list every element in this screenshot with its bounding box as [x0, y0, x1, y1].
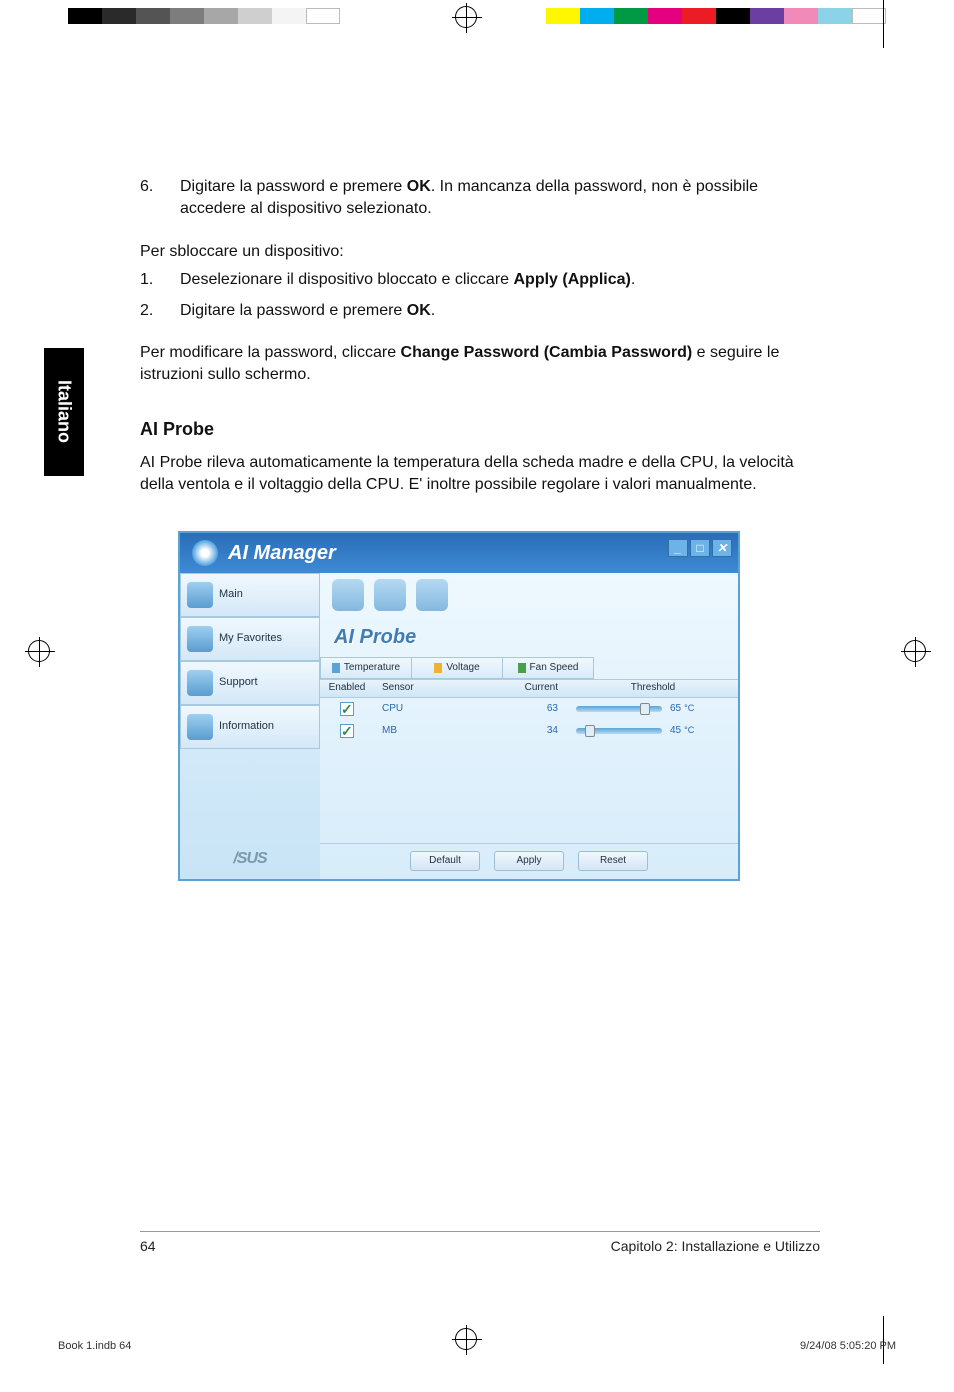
meta-timestamp: 9/24/08 5:05:20 PM	[800, 1340, 896, 1352]
slider-thumb[interactable]	[640, 703, 650, 715]
step-number: 1.	[140, 269, 180, 291]
thermometer-icon	[332, 663, 340, 673]
enabled-checkbox[interactable]	[340, 702, 354, 716]
sidebar-item-information[interactable]: Information	[180, 705, 320, 749]
change-password-para: Per modificare la password, cliccare Cha…	[140, 342, 820, 387]
tool-icon-2[interactable]	[374, 579, 406, 611]
window-titlebar: AI Manager _ □ ✕	[180, 533, 738, 573]
main-panel: AI Probe Temperature Voltage Fan Speed E…	[320, 573, 738, 879]
slider-thumb[interactable]	[585, 725, 595, 737]
support-icon	[187, 670, 213, 696]
tool-icon-3[interactable]	[416, 579, 448, 611]
page-number: 64	[140, 1238, 156, 1254]
bolt-icon	[434, 663, 442, 673]
sidebar-item-label: Support	[219, 675, 258, 690]
print-color-bar	[0, 8, 954, 28]
unit-label: °C	[684, 702, 694, 715]
sidebar-item-label: Information	[219, 719, 274, 734]
registration-mark-icon	[904, 640, 926, 662]
col-current: Current	[484, 681, 568, 695]
favorites-icon	[187, 626, 213, 652]
col-enabled: Enabled	[320, 681, 374, 695]
crop-line-top	[883, 0, 884, 48]
information-icon	[187, 714, 213, 740]
chapter-title: Capitolo 2: Installazione e Utilizzo	[611, 1238, 820, 1254]
app-logo-icon	[192, 540, 218, 566]
default-button[interactable]: Default	[410, 851, 480, 871]
threshold-slider[interactable]	[576, 706, 662, 712]
registration-mark-icon	[455, 6, 477, 28]
enabled-checkbox[interactable]	[340, 724, 354, 738]
step-number: 2.	[140, 300, 180, 322]
current-value: 34	[484, 724, 568, 738]
step-6: 6. Digitare la password e premere OK. In…	[140, 176, 820, 221]
sidebar: Main My Favorites Support Information /S…	[180, 573, 320, 879]
brand-logo: /SUS	[180, 839, 320, 879]
current-value: 63	[484, 702, 568, 716]
step-text: Digitare la password e premere OK.	[180, 300, 435, 322]
step-text: Deselezionare il dispositivo bloccato e …	[180, 269, 635, 291]
fan-icon	[518, 663, 526, 673]
col-threshold: Threshold	[568, 681, 738, 695]
minimize-button[interactable]: _	[668, 539, 688, 557]
print-meta-footer: Book 1.indb 64 9/24/08 5:05:20 PM	[58, 1340, 896, 1352]
unblock-step-1: 1. Deselezionare il dispositivo bloccato…	[140, 269, 820, 291]
step-number: 6.	[140, 176, 180, 221]
close-button[interactable]: ✕	[712, 539, 732, 557]
maximize-button[interactable]: □	[690, 539, 710, 557]
toolbar	[320, 573, 738, 617]
threshold-value: 45	[670, 724, 681, 738]
sidebar-item-label: Main	[219, 587, 243, 602]
sensor-name: CPU	[374, 702, 484, 716]
unit-label: °C	[684, 724, 694, 737]
tab-label: Voltage	[446, 661, 479, 675]
page-footer: 64 Capitolo 2: Installazione e Utilizzo	[140, 1231, 820, 1254]
step-text: Digitare la password e premere OK. In ma…	[180, 176, 820, 221]
unblock-step-2: 2. Digitare la password e premere OK.	[140, 300, 820, 322]
threshold-value: 65	[670, 702, 681, 716]
tab-label: Temperature	[344, 661, 400, 675]
sidebar-item-support[interactable]: Support	[180, 661, 320, 705]
col-sensor: Sensor	[374, 681, 484, 695]
panel-title: AI Probe	[320, 617, 738, 657]
apply-button[interactable]: Apply	[494, 851, 564, 871]
sidebar-item-main[interactable]: Main	[180, 573, 320, 617]
tool-icon-1[interactable]	[332, 579, 364, 611]
tab-label: Fan Speed	[530, 661, 579, 675]
tabs-row: Temperature Voltage Fan Speed	[320, 657, 738, 680]
reset-button[interactable]: Reset	[578, 851, 648, 871]
tab-fanspeed[interactable]: Fan Speed	[502, 657, 594, 679]
unblock-intro: Per sbloccare un dispositivo:	[140, 241, 820, 263]
window-title: AI Manager	[228, 539, 336, 567]
threshold-slider[interactable]	[576, 728, 662, 734]
sidebar-item-favorites[interactable]: My Favorites	[180, 617, 320, 661]
table-row: MB34 45°C	[320, 720, 738, 742]
main-icon	[187, 582, 213, 608]
registration-mark-icon	[28, 640, 50, 662]
sidebar-item-label: My Favorites	[219, 631, 282, 646]
button-row: Default Apply Reset	[320, 843, 738, 879]
tab-voltage[interactable]: Voltage	[411, 657, 503, 679]
tab-temperature[interactable]: Temperature	[320, 657, 412, 679]
section-paragraph: AI Probe rileva automaticamente la tempe…	[140, 452, 820, 497]
sensor-table: Enabled Sensor Current Threshold CPU63 65…	[320, 680, 738, 843]
sensor-name: MB	[374, 724, 484, 738]
language-tab: Italiano	[44, 348, 84, 476]
page-content: 6. Digitare la password e premere OK. In…	[140, 172, 820, 881]
table-header: Enabled Sensor Current Threshold	[320, 680, 738, 698]
section-title: AI Probe	[140, 417, 820, 442]
ai-manager-screenshot: AI Manager _ □ ✕ Main My Favorites Suppo…	[178, 531, 740, 881]
meta-filename: Book 1.indb 64	[58, 1340, 131, 1352]
table-row: CPU63 65°C	[320, 698, 738, 720]
